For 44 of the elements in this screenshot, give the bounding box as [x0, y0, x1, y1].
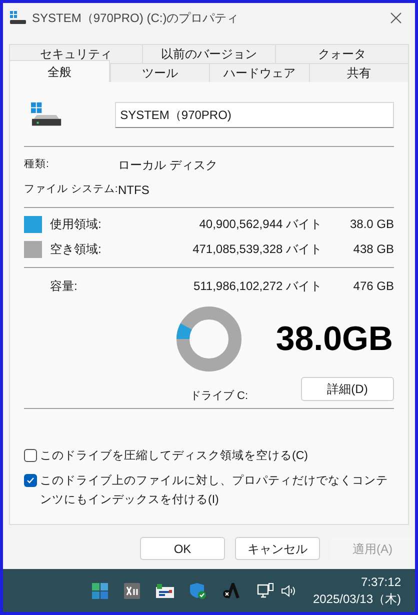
- capacity-size: 476 GB: [352, 278, 394, 295]
- drive-label: ドライブ C:: [190, 388, 248, 404]
- taskbar-time[interactable]: 7:37:12: [360, 574, 401, 590]
- property-value: ローカル ディスク: [118, 156, 218, 174]
- shield-icon[interactable]: [189, 582, 207, 600]
- space-label: 使用領域:: [50, 216, 102, 233]
- taskbar-date[interactable]: 2025/03/13（木): [312, 590, 401, 608]
- space-label: 空き領域:: [50, 241, 102, 258]
- dialog-button[interactable]: OK: [140, 537, 225, 560]
- start-icon[interactable]: [92, 582, 108, 598]
- tab[interactable]: ツール: [110, 63, 209, 82]
- checkbox-label: このドライブを圧縮してディスク領域を空ける(C): [40, 448, 309, 464]
- space-size: 438 GB: [352, 241, 394, 258]
- tab[interactable]: クォータ: [275, 44, 409, 63]
- close-icon[interactable]: [390, 12, 402, 24]
- app-icon[interactable]: [124, 582, 140, 598]
- app-icon[interactable]: [222, 582, 240, 598]
- dialog-button[interactable]: キャンセル: [235, 537, 320, 560]
- speaker-icon[interactable]: [281, 584, 297, 598]
- network-card-icon[interactable]: [156, 584, 174, 598]
- space-bytes: 471,085,539,328 バイト: [192, 241, 322, 258]
- space-bytes: 40,900,562,944 バイト: [198, 216, 322, 233]
- space-size: 38.0 GB: [348, 216, 394, 233]
- tab[interactable]: 以前のバージョン: [142, 44, 275, 63]
- checkbox[interactable]: [24, 449, 37, 462]
- drive-icon: [31, 102, 62, 128]
- checkbox-label: このドライブ上のファイルに対し、プロパティだけでなくコンテンツにもインデックスを付ける(I): [40, 473, 389, 508]
- capacity-bytes: 511,986,102,272 バイト: [192, 278, 322, 295]
- capacity-label: 容量:: [50, 278, 78, 295]
- property-label: 種類:: [24, 156, 50, 172]
- property-label: ファイル システム:: [24, 182, 118, 197]
- checkbox[interactable]: [24, 474, 37, 487]
- tab[interactable]: 共有: [308, 63, 409, 82]
- window-title: SYSTEM（970PRO) (C:)のプロパティ: [32, 10, 240, 27]
- usage-donut-drawing: [176, 306, 242, 372]
- tab[interactable]: 全般: [9, 60, 110, 82]
- check-icon: [26, 476, 35, 485]
- used-size-label: 38.0GB: [276, 322, 393, 356]
- property-value: NTFS: [118, 182, 150, 198]
- tab[interactable]: ハードウェア: [209, 63, 308, 82]
- monitor-icon[interactable]: [257, 582, 275, 598]
- details-button[interactable]: 詳細(D): [301, 377, 394, 401]
- drive-name-field[interactable]: SYSTEM（970PRO): [115, 102, 394, 128]
- drive-icon: [10, 11, 26, 25]
